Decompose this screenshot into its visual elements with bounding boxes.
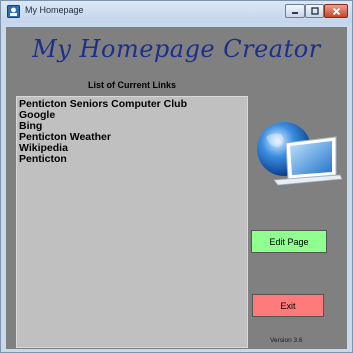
list-item[interactable]: Google xyxy=(19,110,247,121)
close-icon xyxy=(332,7,340,15)
title-bar[interactable]: My Homepage xyxy=(1,1,352,23)
maximize-button[interactable] xyxy=(305,4,324,18)
window-title: My Homepage xyxy=(25,5,84,15)
links-list-heading: List of Current Links xyxy=(87,80,176,90)
minimize-icon xyxy=(292,12,298,14)
app-icon xyxy=(7,5,20,18)
links-listbox[interactable]: Penticton Seniors Computer Club Google B… xyxy=(16,96,248,348)
minimize-button[interactable] xyxy=(285,4,305,18)
maximize-icon xyxy=(310,7,319,15)
globe-laptop-icon xyxy=(257,122,342,186)
close-button[interactable] xyxy=(324,4,348,18)
version-label: Version 3.6 xyxy=(270,337,303,344)
client-area: My Homepage Creator List of Current Link… xyxy=(6,27,347,349)
app-window: My Homepage My Homepage Creator List of … xyxy=(0,0,353,353)
edit-page-button[interactable]: Edit Page xyxy=(251,230,327,253)
exit-button[interactable]: Exit xyxy=(252,294,324,317)
list-item[interactable]: Penticton xyxy=(19,154,247,165)
app-logo-title: My Homepage Creator xyxy=(32,35,321,63)
